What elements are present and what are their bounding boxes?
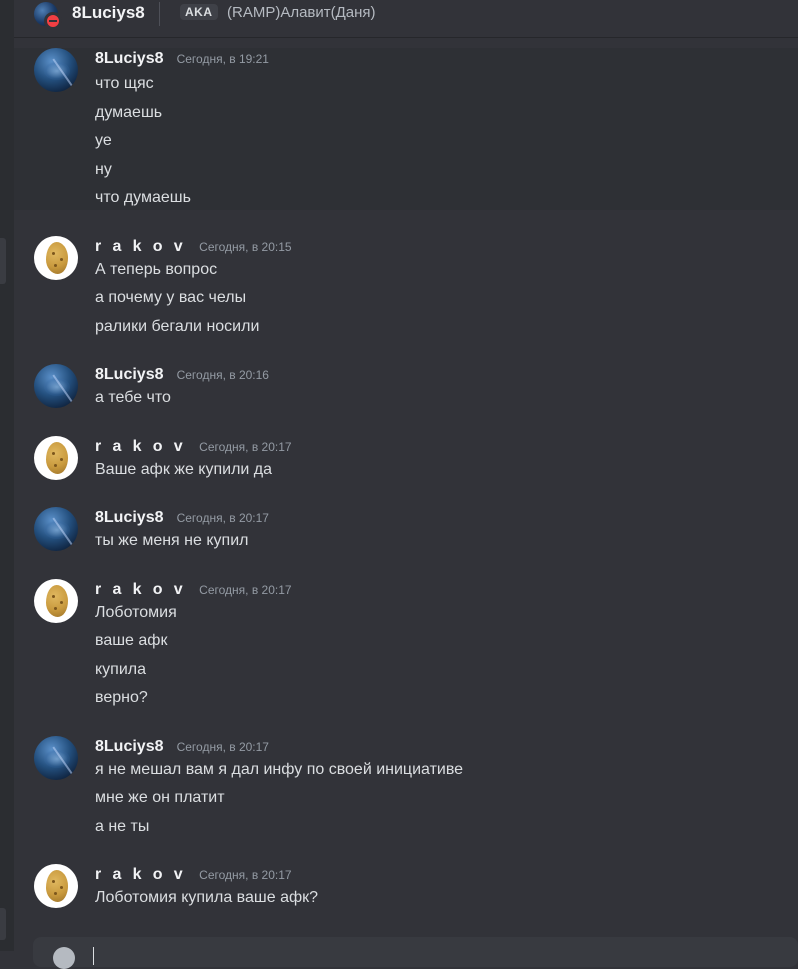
message-timestamp: Сегодня, в 20:17 <box>199 440 292 454</box>
message-text: верно? <box>95 689 148 706</box>
user-avatar[interactable] <box>34 48 78 92</box>
left-sidebar-edge <box>0 0 14 951</box>
message-timestamp: Сегодня, в 20:17 <box>199 583 292 597</box>
message-text: Лоботомия купила ваше афк? <box>95 889 319 906</box>
header-avatar[interactable] <box>34 2 62 30</box>
message-text: ваше афк <box>95 632 168 649</box>
message-timestamp: Сегодня, в 20:17 <box>199 868 292 882</box>
message-author[interactable]: 8Luciys8 <box>95 366 163 383</box>
sidebar-indicator <box>0 908 6 940</box>
message-author[interactable]: 8Luciys8 <box>95 738 163 755</box>
message-timestamp: Сегодня, в 20:17 <box>176 740 269 754</box>
message-group: r a k o v Сегодня, в 20:17 Лоботомия ваш… <box>14 579 798 714</box>
add-attachment-icon[interactable] <box>53 947 75 969</box>
chat-header: 8Luciys8 AKA (RAMP)Алавит(Даня) <box>14 0 798 38</box>
message-author[interactable]: r a k o v <box>95 866 186 883</box>
user-avatar[interactable] <box>34 736 78 780</box>
message-text: ну <box>95 161 112 178</box>
message-group: 8Luciys8 Сегодня, в 19:21 что щяс думаеш… <box>14 48 798 210</box>
message-text: а почему у вас челы <box>95 289 247 306</box>
message-timestamp: Сегодня, в 19:21 <box>176 52 269 66</box>
aka-badge: AKA <box>180 4 218 20</box>
message-group: r a k o v Сегодня, в 20:17 Ваше афк же к… <box>14 436 798 486</box>
message-group: 8Luciys8 Сегодня, в 20:17 ты же меня не … <box>14 507 798 557</box>
message-text: что думаешь <box>95 189 191 206</box>
message-text: думаешь <box>95 104 163 121</box>
message-author[interactable]: r a k o v <box>95 238 186 255</box>
message-timestamp: Сегодня, в 20:16 <box>176 368 269 382</box>
header-username[interactable]: 8Luciys8 <box>72 3 145 23</box>
user-avatar[interactable] <box>34 864 78 908</box>
message-author[interactable]: r a k o v <box>95 581 186 598</box>
message-text: что щяс <box>95 75 154 92</box>
message-author[interactable]: 8Luciys8 <box>95 509 163 526</box>
message-group: 8Luciys8 Сегодня, в 20:17 я не мешал вам… <box>14 736 798 842</box>
dnd-status-icon <box>44 12 62 30</box>
message-text: ралики бегали носили <box>95 318 260 335</box>
message-text: ты же меня не купил <box>95 532 249 549</box>
message-text: а не ты <box>95 818 150 835</box>
potato-icon <box>46 242 68 274</box>
message-text: а тебе что <box>95 389 171 406</box>
message-input[interactable] <box>33 937 798 969</box>
message-text: уе <box>95 132 112 149</box>
message-text: я не мешал вам я дал инфу по своей иници… <box>95 761 464 778</box>
message-text: купила <box>95 661 147 678</box>
aka-names: (RAMP)Алавит(Даня) <box>227 4 376 21</box>
user-avatar[interactable] <box>34 507 78 551</box>
message-group: r a k o v Сегодня, в 20:17 Лоботомия куп… <box>14 864 798 914</box>
message-text: Лоботомия <box>95 604 177 621</box>
message-group: r a k o v Сегодня, в 20:15 А теперь вопр… <box>14 236 798 342</box>
user-avatar[interactable] <box>34 236 78 280</box>
user-avatar[interactable] <box>34 436 78 480</box>
text-caret <box>93 947 94 965</box>
user-avatar[interactable] <box>34 579 78 623</box>
potato-icon <box>46 585 68 617</box>
potato-icon <box>46 442 68 474</box>
user-avatar[interactable] <box>34 364 78 408</box>
message-text: Ваше афк же купили да <box>95 461 273 478</box>
message-text: А теперь вопрос <box>95 261 218 278</box>
message-timestamp: Сегодня, в 20:17 <box>176 511 269 525</box>
header-divider <box>159 2 160 26</box>
message-group: 8Luciys8 Сегодня, в 20:16 а тебе что <box>14 364 798 414</box>
message-text: мне же он платит <box>95 789 225 806</box>
sidebar-indicator <box>0 238 6 284</box>
potato-icon <box>46 870 68 902</box>
message-author[interactable]: r a k o v <box>95 438 186 455</box>
message-timestamp: Сегодня, в 20:15 <box>199 240 292 254</box>
message-author[interactable]: 8Luciys8 <box>95 50 163 67</box>
